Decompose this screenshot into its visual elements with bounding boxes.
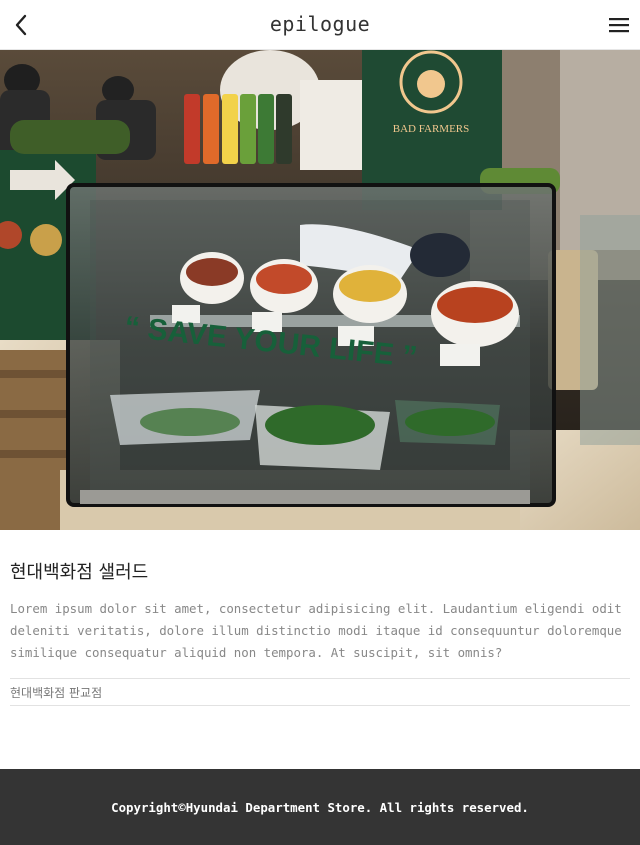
post-heading: 현대백화점 샐러드 — [10, 562, 149, 583]
menu-button[interactable] — [606, 12, 632, 38]
post-content: 현대백화점 샐러드 Lorem ipsum dolor sit amet, co… — [10, 530, 630, 706]
sign-brand: BAD FARMERS — [393, 123, 470, 135]
copyright-text: Copyright©Hyundai Department Store. All … — [111, 799, 529, 815]
location-tag: 현대백화점 판교점 — [10, 678, 630, 706]
post-description: Lorem ipsum dolor sit amet, consectetur … — [10, 601, 622, 660]
page-title: epilogue — [269, 12, 371, 36]
top-bar: epilogue — [0, 0, 640, 50]
salad-counter-photo: BAD FARMERS “ SAVE YOUR LIFE ” — [0, 50, 640, 530]
hamburger-menu-icon — [609, 18, 629, 33]
hero-image: BAD FARMERS “ SAVE YOUR LIFE ” — [0, 50, 640, 530]
footer: Copyright©Hyundai Department Store. All … — [0, 769, 640, 845]
